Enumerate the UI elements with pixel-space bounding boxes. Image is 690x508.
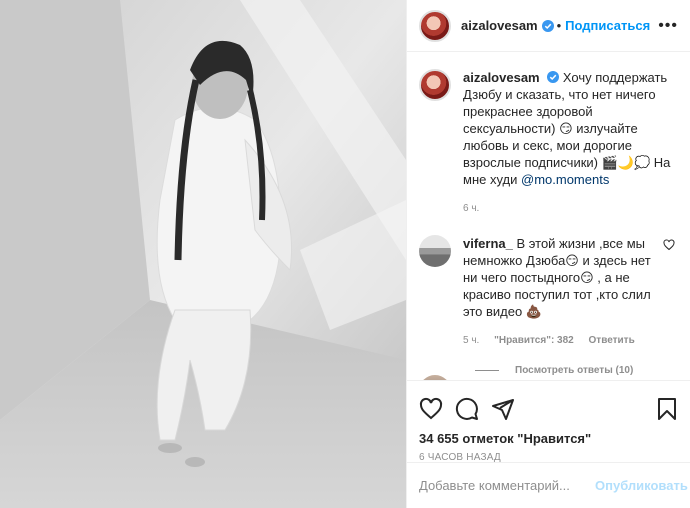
- header-dot-separator: •: [556, 18, 562, 33]
- author-avatar[interactable]: [419, 9, 451, 42]
- share-icon[interactable]: [491, 397, 515, 421]
- likes-count[interactable]: 34 655 отметок "Нравится": [419, 431, 679, 446]
- post-header: aizalovesam • Подписаться •••: [407, 0, 690, 52]
- post-photo-illustration: [0, 0, 406, 508]
- verified-badge-icon: [541, 19, 554, 32]
- reply-button[interactable]: Ответить: [589, 335, 635, 346]
- add-comment-bar: Опубликовать: [407, 462, 690, 508]
- replies-divider-line: [475, 370, 499, 371]
- heart-icon[interactable]: [419, 397, 443, 421]
- comment-item: viferna_ В этой жизни ,все мы немножко Д…: [419, 235, 675, 349]
- action-icons-row: [419, 389, 679, 429]
- caption-time[interactable]: 6 ч.: [463, 203, 479, 214]
- author-username[interactable]: aizalovesam: [461, 18, 538, 33]
- post-side-panel: aizalovesam • Подписаться ••• aizalovesa…: [406, 0, 690, 508]
- caption-meta: 6 ч.: [463, 200, 675, 217]
- comment-like-heart-icon[interactable]: [663, 239, 675, 251]
- caption-text: Хочу поддержать Дзюбу и сказать, что нет…: [463, 70, 671, 187]
- caption-author-avatar[interactable]: [419, 69, 451, 101]
- comment-icon[interactable]: [455, 397, 479, 421]
- caption-username[interactable]: aizalovesam: [463, 70, 540, 85]
- caption-body: aizalovesam Хочу поддержать Дзюбу и сказ…: [463, 69, 675, 217]
- post-photo[interactable]: [0, 0, 406, 508]
- comment-time[interactable]: 5 ч.: [463, 335, 479, 346]
- comment-likes-count[interactable]: "Нравится": 382: [494, 335, 574, 346]
- view-replies-button[interactable]: Посмотреть ответы (10): [475, 365, 675, 376]
- caption-comment: aizalovesam Хочу поддержать Дзюбу и сказ…: [419, 69, 675, 217]
- commenter-avatar[interactable]: [419, 235, 451, 267]
- comment-body: viferna_ В этой жизни ,все мы немножко Д…: [463, 235, 657, 349]
- more-options-icon[interactable]: •••: [658, 17, 678, 35]
- view-replies-label: Посмотреть ответы (10): [515, 365, 634, 376]
- add-comment-input[interactable]: [419, 478, 595, 493]
- caption-mention-link[interactable]: @mo.moments: [521, 172, 609, 187]
- commenter-username[interactable]: viferna_: [463, 236, 513, 251]
- publish-button[interactable]: Опубликовать: [595, 478, 688, 493]
- follow-button[interactable]: Подписаться: [565, 18, 650, 33]
- bookmark-icon[interactable]: [655, 397, 679, 421]
- post-actions: 34 655 отметок "Нравится" 6 ЧАСОВ НАЗАД: [407, 380, 690, 463]
- instagram-post-modal: aizalovesam • Подписаться ••• aizalovesa…: [0, 0, 690, 508]
- comments-list[interactable]: aizalovesam Хочу поддержать Дзюбу и сказ…: [407, 53, 690, 380]
- comment-meta: 5 ч. "Нравится": 382 Ответить: [463, 332, 657, 349]
- verified-badge-icon: [547, 71, 560, 83]
